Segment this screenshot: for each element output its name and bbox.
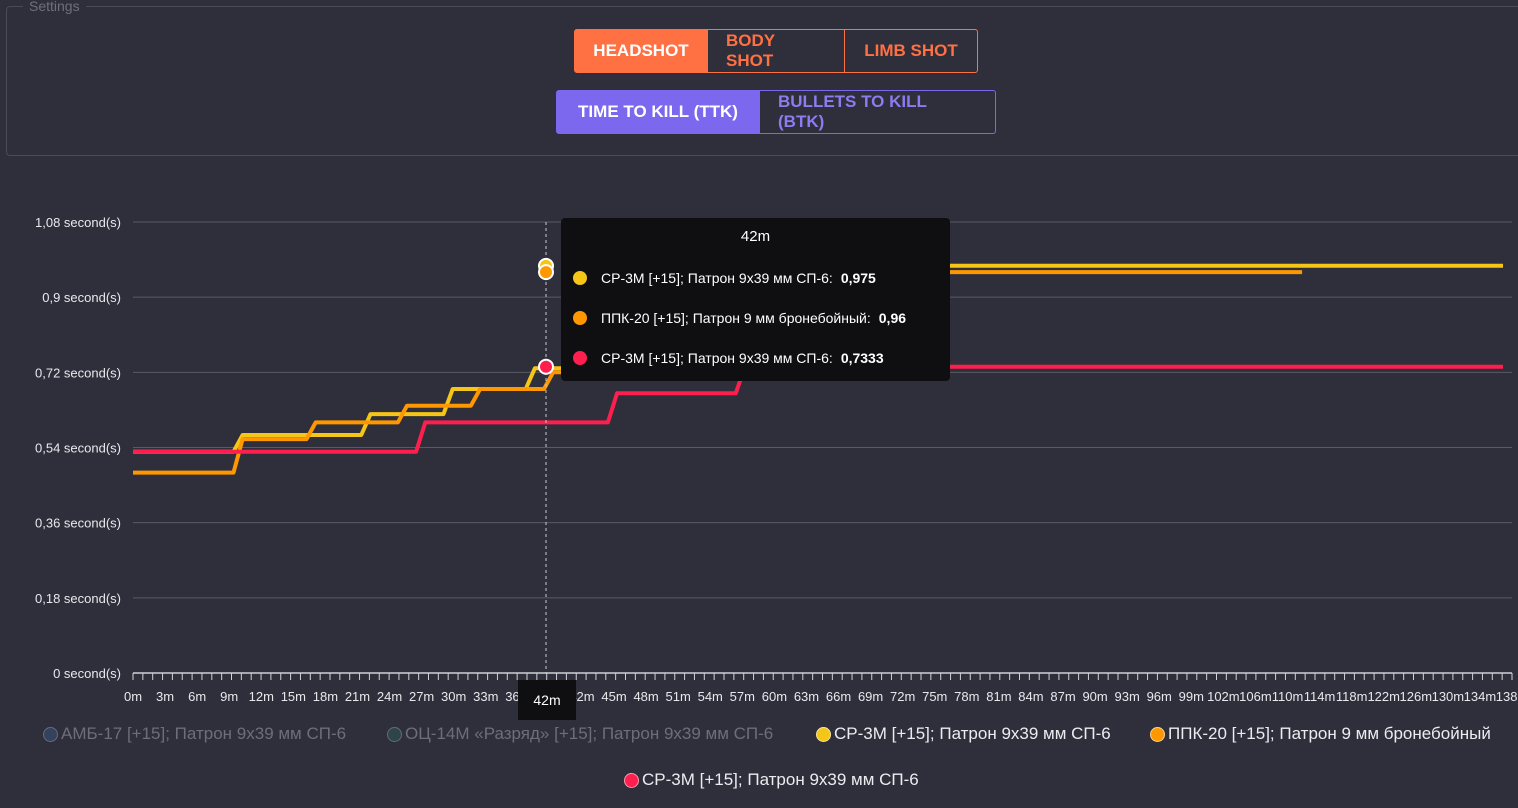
x-tick-label: 6m [188, 689, 206, 704]
x-tick-label: 33m [473, 689, 498, 704]
x-tick-label: 81m [986, 689, 1011, 704]
legend-item[interactable]: ППК-20 [+15]; Патрон 9 мм бронебойный [1150, 724, 1491, 744]
tooltip-label: СР-3М [+15]; Патрон 9x39 мм СП-6: [601, 270, 833, 286]
x-tick-label: 96m [1147, 689, 1172, 704]
x-tick-label: 138m [1496, 689, 1518, 704]
x-tick-label: 110m [1272, 689, 1304, 704]
x-tick-label: 45m [601, 689, 626, 704]
x-tick-label: 0m [124, 689, 142, 704]
x-tick-label: 30m [441, 689, 466, 704]
y-tick-label: 0,72 second(s) [35, 365, 121, 380]
tooltip-value: 0,96 [878, 310, 907, 326]
x-tick-label: 57m [730, 689, 755, 704]
x-tick-label: 99m [1179, 689, 1204, 704]
x-tick-label: 3m [156, 689, 174, 704]
tooltip-label: ППК-20 [+15]; Патрон 9 мм бронебойный: [601, 310, 871, 326]
tooltip-title: 42m [740, 228, 771, 245]
x-tick-label: 130m [1432, 689, 1465, 704]
x-tick-label: 78m [954, 689, 979, 704]
x-tick-label: 126m [1400, 689, 1433, 704]
x-tick-label: 114m [1304, 689, 1336, 704]
legend-color-dot [387, 726, 402, 742]
x-tick-label: 69m [858, 689, 883, 704]
tooltip-row: СР-3М [+15]; Патрон 9x39 мм СП-6: 0,975 [573, 270, 876, 286]
x-tick-label: 60m [762, 689, 787, 704]
legend-label: ППК-20 [+15]; Патрон 9 мм бронебойный [1168, 724, 1491, 743]
y-tick-label: 0,54 second(s) [35, 441, 121, 456]
x-tick-label: 118m [1336, 689, 1368, 704]
x-tick-label: 75m [922, 689, 947, 704]
legend-label: СР-3М [+15]; Патрон 9x39 мм СП-6 [834, 724, 1111, 743]
series-color-dot [573, 271, 587, 285]
x-tick-label: 72m [890, 689, 915, 704]
hover-point [538, 358, 554, 375]
y-tick-label: 0 second(s) [53, 666, 121, 681]
legend-item[interactable]: СР-3М [+15]; Патрон 9x39 мм СП-6 [624, 770, 919, 790]
x-tick-label: 15m [281, 689, 306, 704]
x-tick-label: 24m [377, 689, 402, 704]
x-tick-label: 21m [345, 689, 370, 704]
y-axis: 0 second(s) 0,18 second(s) 0,36 second(s) 0… [35, 215, 121, 681]
legend-label: АМБ-17 [+15]; Патрон 9x39 мм СП-6 [61, 724, 347, 743]
x-tick-label: 102m [1207, 689, 1240, 704]
x-tick-label: 48m [633, 689, 658, 704]
x-tick-label: 51m [666, 689, 691, 704]
series-color-dot [573, 351, 587, 365]
x-axis-hover-label: 42m [518, 680, 576, 720]
legend-color-dot [43, 726, 58, 742]
legend-color-dot [816, 726, 831, 742]
x-tick-label: 134m [1464, 689, 1497, 704]
legend-color-dot [1150, 726, 1165, 742]
tooltip-row: СР-3М [+15]; Патрон 9x39 мм СП-6: 0,7333 [573, 350, 884, 366]
x-tick-label: 90m [1082, 689, 1107, 704]
tooltip-label: СР-3М [+15]; Патрон 9x39 мм СП-6: [601, 350, 833, 366]
y-tick-label: 0,9 second(s) [42, 290, 121, 305]
x-tick-label: 84m [1018, 689, 1043, 704]
x-tick-label: 63m [794, 689, 819, 704]
x-tick-label: 93m [1115, 689, 1140, 704]
legend-item[interactable]: СР-3М [+15]; Патрон 9x39 мм СП-6 [816, 724, 1111, 744]
legend-item[interactable]: АМБ-17 [+15]; Патрон 9x39 мм СП-6 [43, 724, 346, 744]
tooltip-value: 0,975 [840, 270, 876, 286]
legend-color-dot [624, 772, 639, 788]
x-tick-label: 12m [249, 689, 274, 704]
tooltip-value: 0,7333 [840, 350, 884, 366]
x-tick-label: 9m [220, 689, 238, 704]
x-tick-label: 27m [409, 689, 434, 704]
x-tick-label: 87m [1050, 689, 1075, 704]
legend-label: ОЦ-14М «Разряд» [+15]; Патрон 9x39 мм СП… [405, 724, 774, 743]
x-tick-label: 18m [313, 689, 338, 704]
y-tick-label: 1,08 second(s) [35, 215, 121, 230]
hover-point [538, 264, 554, 281]
x-tick-label: 54m [698, 689, 723, 704]
legend-item[interactable]: ОЦ-14М «Разряд» [+15]; Патрон 9x39 мм СП… [387, 724, 773, 744]
legend-label: СР-3М [+15]; Патрон 9x39 мм СП-6 [642, 770, 919, 789]
x-tick-label: 122m [1367, 689, 1400, 704]
x-tick-label: 66m [826, 689, 851, 704]
tooltip-row: ППК-20 [+15]; Патрон 9 мм бронебойный: 0… [573, 310, 906, 326]
x-tick-label: 106m [1239, 689, 1272, 704]
series-color-dot [573, 311, 587, 325]
x-axis: 0m3m6m9m12m15m18m21m24m27m30m33m36m39m42… [124, 672, 1518, 704]
y-tick-label: 0,36 second(s) [35, 516, 121, 531]
chart-tooltip: 42m СР-3М [+15]; Патрон 9x39 мм СП-6: 0,… [561, 218, 950, 381]
y-tick-label: 0,18 second(s) [35, 591, 121, 606]
